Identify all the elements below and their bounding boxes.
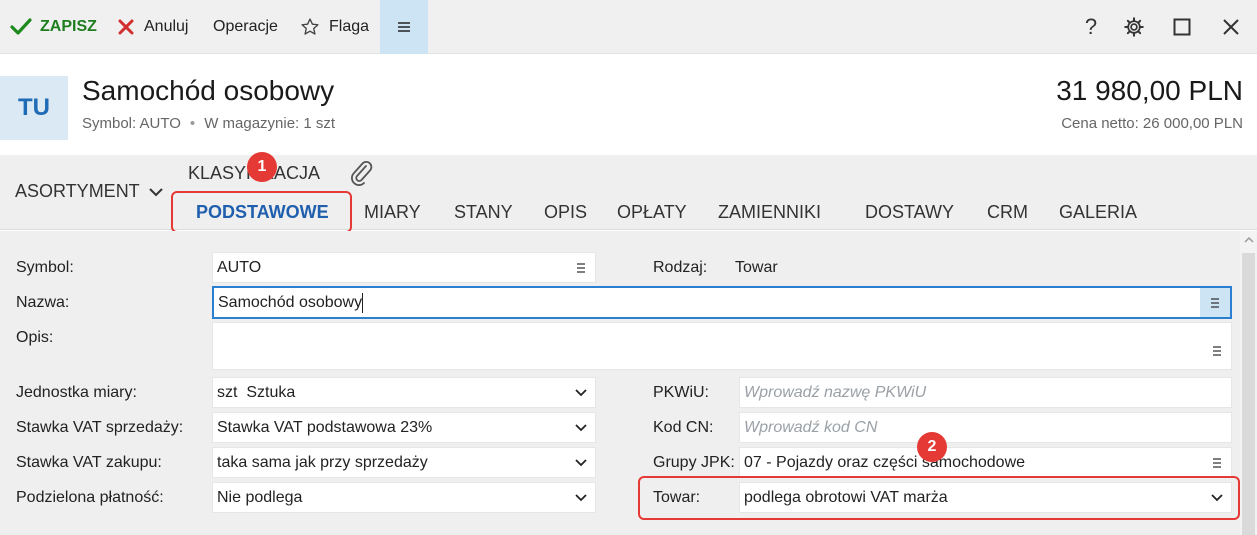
list-icon[interactable] bbox=[1203, 457, 1231, 468]
highlight-box-1 bbox=[171, 191, 352, 233]
tab-dostawy[interactable]: DOSTAWY bbox=[865, 202, 954, 223]
grupy-jpk-label: Grupy JPK: bbox=[653, 454, 735, 471]
record-header: TU Samochód osobowy Symbol: AUTO • W mag… bbox=[0, 55, 1257, 155]
hamburger-icon bbox=[398, 22, 410, 32]
tab-crm[interactable]: CRM bbox=[987, 202, 1028, 223]
toolbar: ZAPISZ Anuluj Operacje Flaga ? bbox=[0, 0, 1257, 54]
tab-galeria[interactable]: GALERIA bbox=[1059, 202, 1137, 223]
symbol-label: Symbol: bbox=[16, 259, 74, 276]
vat-sprzedazy-value: Stawka VAT podstawowa 23% bbox=[217, 418, 433, 436]
tab-asortyment[interactable]: ASORTYMENT bbox=[15, 181, 163, 202]
close-window-button[interactable] bbox=[1213, 0, 1249, 54]
cancel-label: Anuluj bbox=[144, 18, 189, 35]
kod-cn-label: Kod CN: bbox=[653, 419, 714, 436]
star-icon bbox=[301, 18, 319, 35]
vat-zakupu-select[interactable]: taka sama jak przy sprzedaży bbox=[212, 447, 596, 478]
chevron-down-icon bbox=[575, 493, 587, 501]
flag-button[interactable]: Flaga bbox=[300, 0, 369, 54]
podzielona-label: Podzielona płatność: bbox=[16, 489, 164, 506]
chevron-down-icon bbox=[575, 458, 587, 466]
operations-button[interactable]: Operacje bbox=[213, 0, 278, 54]
tab-oplaty[interactable]: OPŁATY bbox=[617, 202, 687, 223]
tab-miary[interactable]: MIARY bbox=[364, 202, 421, 223]
pkwiu-label: PKWiU: bbox=[653, 384, 709, 401]
gear-icon bbox=[1124, 17, 1144, 37]
avatar: TU bbox=[0, 76, 68, 140]
chevron-down-icon bbox=[575, 423, 587, 431]
podzielona-value: Nie podlega bbox=[217, 488, 303, 506]
menu-button[interactable] bbox=[380, 0, 428, 54]
page-title: Samochód osobowy bbox=[82, 75, 335, 106]
scroll-up-icon[interactable] bbox=[1244, 236, 1254, 244]
list-icon[interactable] bbox=[1200, 288, 1230, 317]
tab-asortyment-label: ASORTYMENT bbox=[15, 181, 140, 201]
tab-zamienniki[interactable]: ZAMIENNIKI bbox=[718, 202, 821, 223]
jednostka-value: szt Sztuka bbox=[217, 383, 296, 401]
attachment-button[interactable] bbox=[350, 159, 374, 187]
price: 31 980,00 PLN bbox=[1056, 75, 1243, 106]
close-icon bbox=[1223, 19, 1239, 35]
vat-zakupu-label: Stawka VAT zakupu: bbox=[16, 454, 162, 471]
net-price: Cena netto: 26 000,00 PLN bbox=[1061, 115, 1243, 132]
opis-label: Opis: bbox=[16, 329, 54, 346]
close-icon bbox=[118, 19, 134, 35]
checkmark-icon bbox=[10, 18, 32, 35]
kod-cn-input[interactable]: Wprowadź kod CN bbox=[739, 412, 1232, 443]
nazwa-field[interactable]: Samochód osobowy bbox=[212, 286, 1232, 319]
highlight-box-2 bbox=[638, 476, 1240, 520]
operations-label: Operacje bbox=[213, 18, 278, 35]
hamburger-icon bbox=[1211, 297, 1219, 308]
paperclip-icon bbox=[351, 161, 373, 186]
list-icon[interactable] bbox=[1203, 346, 1231, 356]
tab-stany[interactable]: STANY bbox=[454, 202, 513, 223]
symbol-value: AUTO bbox=[217, 258, 262, 276]
cancel-button[interactable]: Anuluj bbox=[118, 0, 188, 54]
scroll-thumb[interactable] bbox=[1242, 253, 1255, 535]
kod-cn-placeholder: Wprowadź kod CN bbox=[744, 418, 878, 436]
rodzaj-value: Towar bbox=[735, 259, 778, 276]
annotation-badge-2: 2 bbox=[917, 432, 947, 462]
opis-field[interactable] bbox=[212, 322, 1232, 370]
pkwiu-placeholder: Wprowadź nazwę PKWiU bbox=[744, 383, 927, 401]
chevron-down-icon bbox=[148, 187, 163, 196]
maximize-icon bbox=[1173, 18, 1191, 36]
list-icon[interactable] bbox=[567, 262, 595, 273]
save-button[interactable]: ZAPISZ bbox=[10, 0, 97, 54]
chevron-down-icon bbox=[575, 388, 587, 396]
help-button[interactable]: ? bbox=[1073, 0, 1109, 54]
tab-opis[interactable]: OPIS bbox=[544, 202, 587, 223]
grupy-jpk-field[interactable]: 07 - Pojazdy oraz części samochodowe bbox=[739, 447, 1232, 478]
settings-button[interactable] bbox=[1116, 0, 1152, 54]
text-caret bbox=[362, 292, 364, 313]
record-subtitle: Symbol: AUTO • W magazynie: 1 szt bbox=[82, 115, 335, 132]
jednostka-label: Jednostka miary: bbox=[16, 384, 137, 401]
pkwiu-input[interactable]: Wprowadź nazwę PKWiU bbox=[739, 377, 1232, 408]
separator-dot: • bbox=[189, 115, 196, 132]
flag-label: Flaga bbox=[329, 18, 370, 35]
annotation-badge-1: 1 bbox=[247, 152, 277, 182]
nazwa-text: Samochód osobowy bbox=[218, 293, 363, 311]
maximize-button[interactable] bbox=[1164, 0, 1200, 54]
vat-sprzedazy-select[interactable]: Stawka VAT podstawowa 23% bbox=[212, 412, 596, 443]
vat-sprzedazy-label: Stawka VAT sprzedaży: bbox=[16, 419, 184, 436]
save-label: ZAPISZ bbox=[40, 18, 97, 35]
vat-zakupu-value: taka sama jak przy sprzedaży bbox=[217, 453, 428, 471]
grupy-jpk-value: 07 - Pojazdy oraz części samochodowe bbox=[744, 453, 1026, 471]
help-icon: ? bbox=[1084, 14, 1098, 39]
rodzaj-label: Rodzaj: bbox=[653, 259, 708, 276]
jednostka-select[interactable]: szt Sztuka bbox=[212, 377, 596, 408]
nazwa-label: Nazwa: bbox=[16, 294, 70, 311]
nazwa-value: Samochód osobowy bbox=[218, 292, 1200, 313]
podzielona-select[interactable]: Nie podlega bbox=[212, 482, 596, 513]
stock-text: W magazynie: 1 szt bbox=[204, 115, 336, 132]
symbol-field[interactable]: AUTO bbox=[212, 252, 596, 283]
symbol-text: Symbol: AUTO bbox=[82, 115, 181, 132]
